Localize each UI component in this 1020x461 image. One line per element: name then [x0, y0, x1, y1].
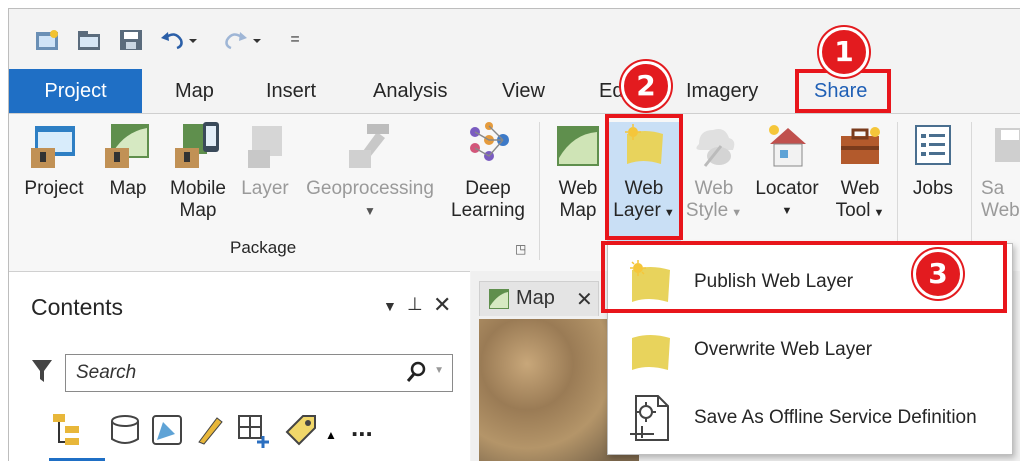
service-definition-icon [626, 394, 674, 442]
filter-icon[interactable] [31, 358, 53, 389]
jobs-button[interactable]: Jobs [901, 122, 965, 200]
mobile-map-label-1: Mobile [170, 178, 226, 199]
tab-project[interactable]: Project [9, 69, 142, 114]
step-1-badge: 1 [819, 27, 869, 77]
search-icon[interactable] [406, 361, 426, 388]
share-web-style-button[interactable]: Web Style ▼ [681, 122, 747, 224]
contents-title: Contents [31, 294, 124, 320]
tab-insert[interactable]: Insert [266, 69, 316, 114]
tab-map[interactable]: Map [175, 69, 214, 114]
list-by-labeling-icon[interactable] [283, 412, 319, 453]
open-project-icon[interactable] [75, 27, 103, 53]
package-map-label: Map [109, 178, 147, 199]
package-project-label: Project [24, 178, 84, 199]
menu-item-overwrite-web-layer[interactable]: Overwrite Web Layer [608, 316, 1012, 384]
web-tool-label-1: Web [840, 178, 880, 199]
undo-icon[interactable] [159, 27, 199, 53]
list-by-editing-icon[interactable] [195, 414, 225, 451]
geoprocessing-dropdown-icon: ▼ [364, 204, 376, 218]
more-options-button[interactable]: ... [351, 412, 373, 443]
layer-package-icon [242, 122, 288, 168]
pin-icon[interactable]: ⊥ [407, 294, 423, 315]
pane-menu-icon[interactable]: ▼ [383, 298, 397, 314]
redo-icon[interactable] [221, 27, 263, 53]
list-by-data-source-icon[interactable] [109, 414, 141, 451]
search-options-icon[interactable]: ▼ [434, 365, 444, 376]
step-3-badge: 3 [913, 249, 963, 299]
save-label-2: Web [981, 200, 1020, 221]
tab-edit[interactable]: Ed [599, 69, 623, 114]
locator-icon [764, 122, 810, 168]
web-tool-icon [837, 122, 883, 168]
step-2-badge: 2 [621, 61, 671, 111]
menu-item-save-offline-service-definition[interactable]: Save As Offline Service Definition [608, 384, 1012, 452]
group-separator [539, 122, 540, 260]
arcgis-pro-window: = Project Map Insert Analysis View Ed Im… [8, 8, 1020, 461]
package-group-label: Package [230, 238, 297, 257]
web-map-label-1: Web [558, 178, 598, 199]
save-as-button[interactable]: Sa Web [981, 122, 1020, 222]
quick-access-toolbar: = [9, 9, 1020, 69]
package-layer-label: Layer [241, 178, 289, 199]
group-separator [897, 122, 898, 260]
contents-pane: Contents ▼ ⊥ ✕ Search ▼ ▲ ... [9, 271, 470, 461]
package-dialog-launcher-icon[interactable]: ◳ [515, 242, 526, 256]
package-map-button[interactable]: Map [95, 122, 161, 200]
package-mobile-map-button[interactable]: Mobile Map [161, 122, 235, 222]
overwrite-web-layer-icon [626, 326, 674, 374]
web-tool-label-2: Tool [835, 200, 871, 221]
web-map-icon [555, 122, 601, 168]
new-project-icon[interactable] [33, 27, 61, 53]
tab-imagery[interactable]: Imagery [686, 69, 758, 114]
package-layer-button[interactable]: Layer [235, 122, 295, 200]
save-icon [991, 122, 1020, 168]
web-style-label-1: Web [694, 178, 734, 199]
jobs-icon [910, 122, 956, 168]
overwrite-web-layer-label: Overwrite Web Layer [694, 339, 873, 360]
customize-qat-icon[interactable]: = [285, 27, 305, 53]
jobs-label: Jobs [912, 178, 954, 199]
contents-search-input[interactable]: Search ▼ [65, 354, 453, 392]
close-map-tab-icon[interactable]: ✕ [576, 287, 593, 312]
map-view-tab[interactable]: Map ✕ [479, 281, 599, 316]
mobile-map-package-icon [175, 122, 221, 168]
group-separator [971, 122, 972, 260]
map-package-icon [105, 122, 151, 168]
list-by-drawing-order-icon[interactable] [51, 412, 85, 453]
share-locator-button[interactable]: Locator ▼ [749, 122, 825, 222]
deep-learning-icon [465, 122, 511, 168]
package-geoprocessing-button[interactable]: Geoprocessing ▼ [295, 122, 445, 222]
save-label-1: Sa [981, 178, 1005, 199]
tab-analysis[interactable]: Analysis [373, 69, 447, 114]
save-offline-service-definition-label: Save As Offline Service Definition [694, 407, 977, 428]
project-package-icon [31, 122, 77, 168]
share-web-map-button[interactable]: Web Map [549, 122, 607, 222]
web-map-label-2: Map [559, 200, 597, 221]
search-placeholder: Search [76, 362, 137, 383]
customize-glyph: = [290, 31, 300, 48]
map-tab-label: Map [516, 287, 555, 309]
tab-view[interactable]: View [502, 69, 545, 114]
share-web-tool-button[interactable]: Web Tool ▼ [825, 122, 895, 224]
list-by-snapping-icon[interactable] [237, 414, 271, 453]
web-layer-highlight [605, 114, 683, 240]
mobile-map-label-2: Map [179, 200, 217, 221]
list-by-more-indicator: ▲ [325, 428, 337, 442]
web-style-dropdown-icon: ▼ [728, 207, 743, 219]
list-by-selection-icon[interactable] [151, 414, 183, 451]
web-tool-dropdown-icon: ▼ [870, 207, 885, 219]
close-pane-icon[interactable]: ✕ [433, 292, 451, 318]
map-tab-icon [488, 288, 510, 316]
package-project-button[interactable]: Project [19, 122, 89, 200]
package-deep-learning-button[interactable]: Deep Learning [445, 122, 531, 222]
locator-label: Locator [755, 178, 819, 199]
save-project-icon[interactable] [117, 27, 145, 53]
web-style-label-2: Style [685, 200, 729, 221]
geoprocessing-package-icon [347, 122, 393, 168]
deep-learning-label-2: Learning [451, 200, 525, 221]
locator-dropdown-icon: ▼ [781, 205, 793, 217]
geoprocessing-label: Geoprocessing [306, 178, 434, 199]
deep-learning-label-1: Deep [465, 178, 511, 199]
web-style-icon [691, 122, 737, 168]
